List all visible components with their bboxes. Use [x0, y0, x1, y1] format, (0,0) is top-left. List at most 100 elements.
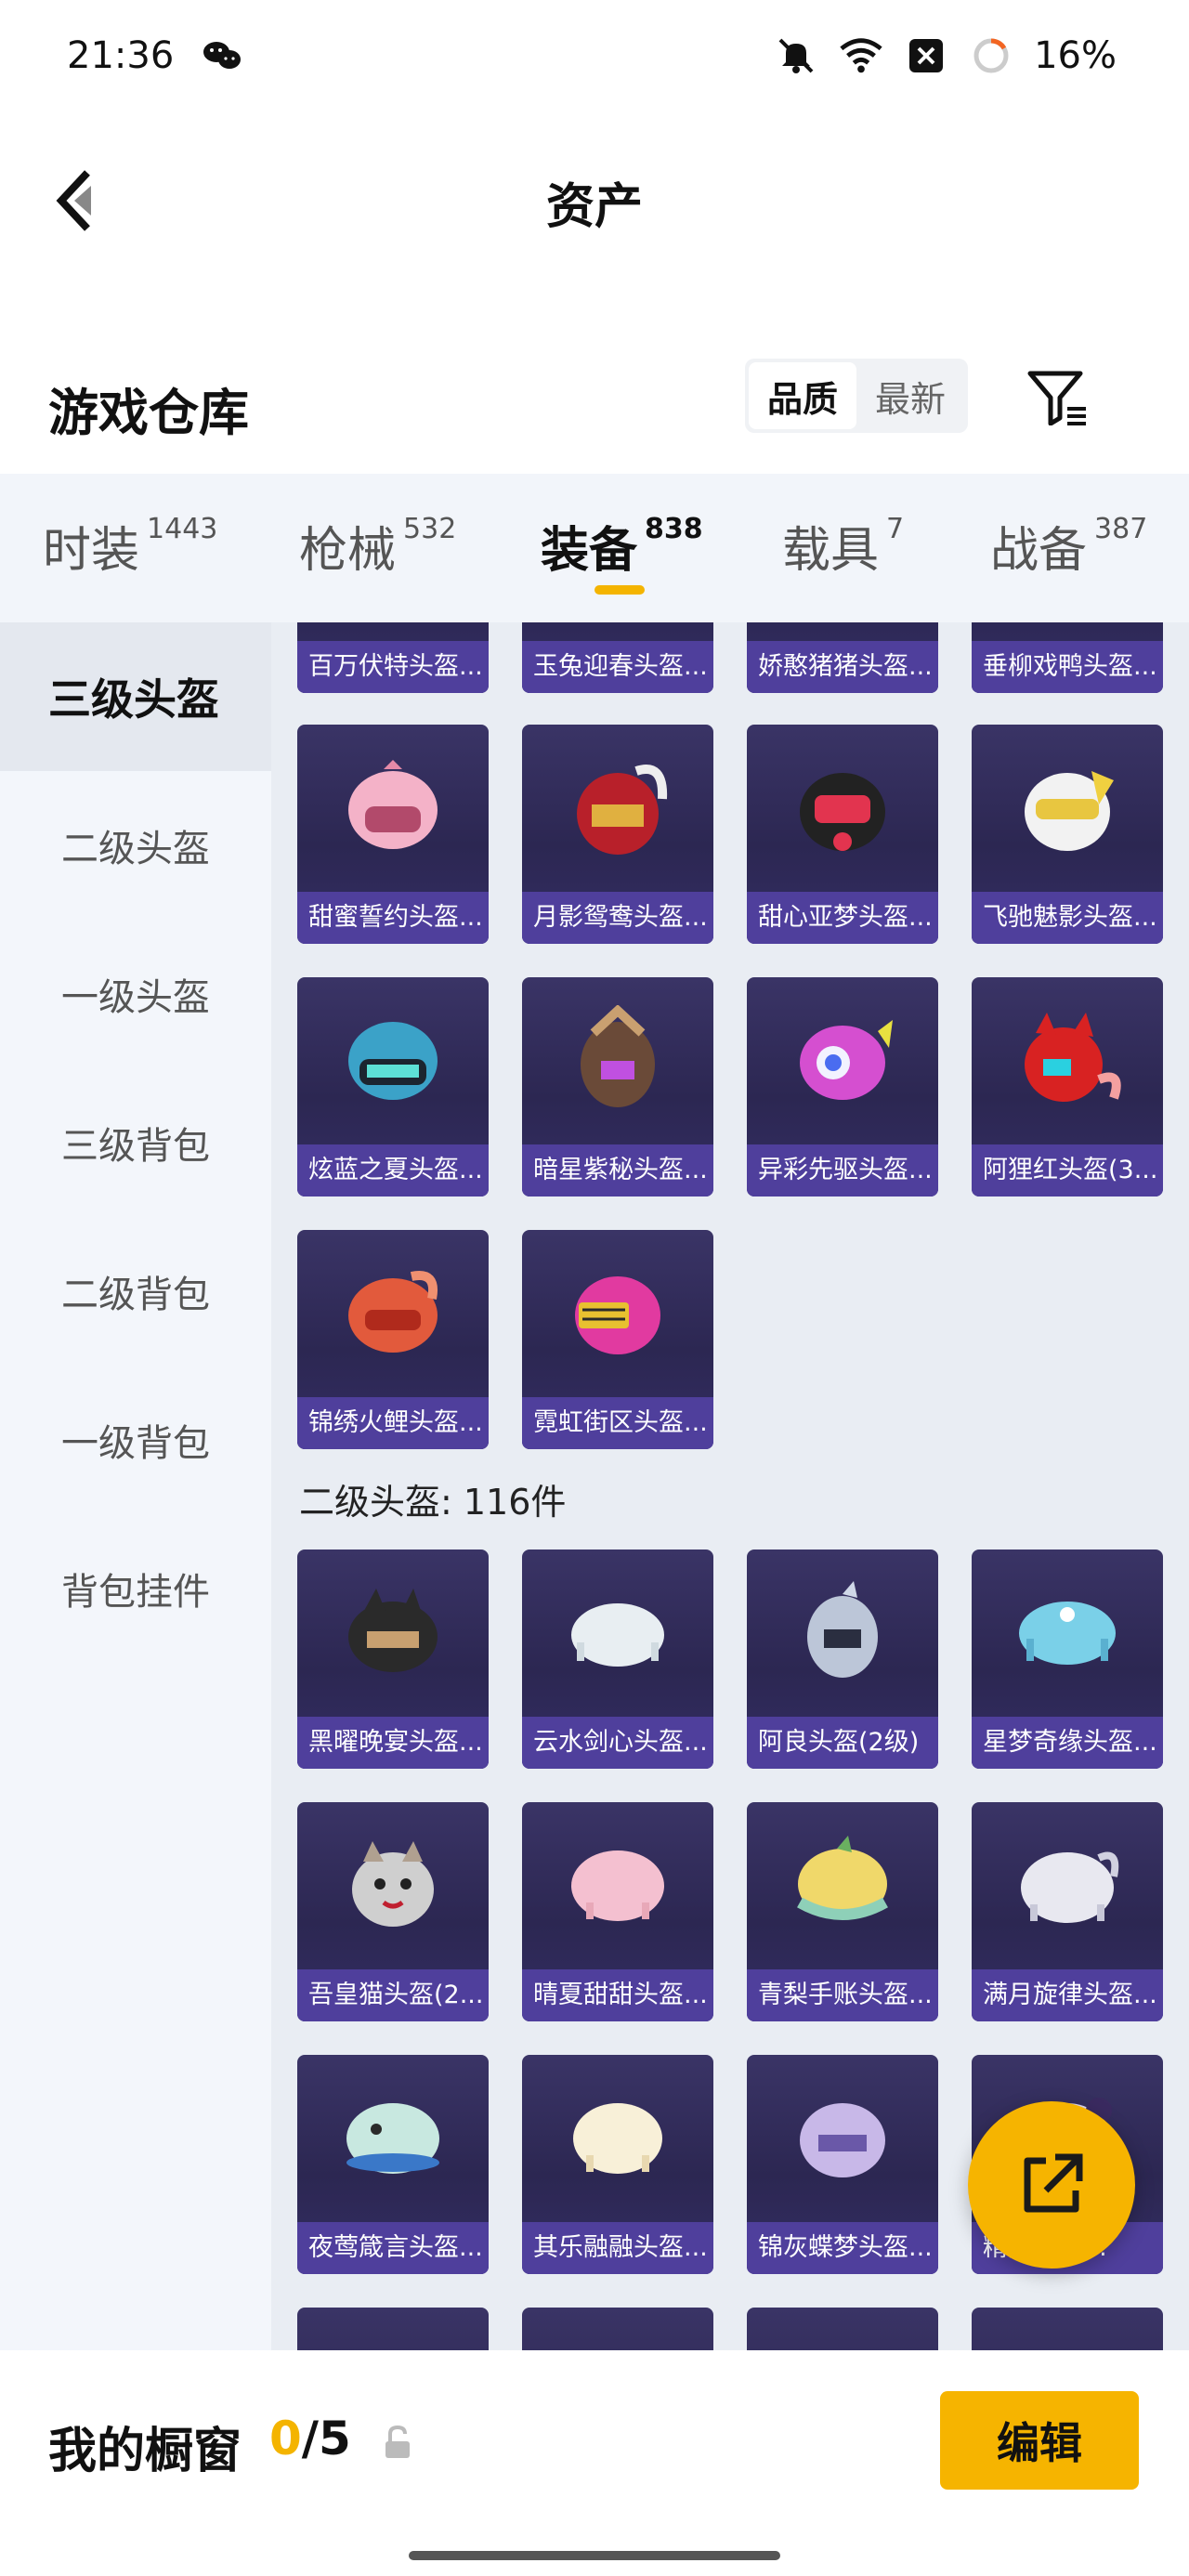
item-name: 吾皇猫头盔(2... [297, 1969, 489, 2021]
item-name: 锦绣火鲤头盔... [297, 1397, 489, 1449]
item-name: 夜莺箴言头盔... [297, 2222, 489, 2274]
helmet-image [522, 622, 713, 641]
item-grid: 百万伏特头盔... 玉兔迎春头盔... 娇憨猪猪头盔... 垂柳戏鸭头盔... … [271, 622, 1189, 2350]
helmet-image [747, 977, 938, 1144]
item-card[interactable]: 其乐融融头盔... [522, 2055, 713, 2274]
tab-label: 枪械 [299, 523, 397, 579]
sort-newest[interactable]: 最新 [856, 362, 964, 429]
helmet-image [297, 1230, 489, 1397]
item-name: 阿狸红头盔(3... [972, 1144, 1163, 1196]
item-card[interactable]: 霓虹街区头盔... [522, 1230, 713, 1449]
helmet-image [972, 622, 1163, 641]
helmet-image [297, 2308, 489, 2350]
item-card[interactable]: 月影鸳鸯头盔... [522, 725, 713, 944]
sidebar-item-level3-backpack[interactable]: 三级背包 [0, 1068, 271, 1217]
item-card[interactable] [972, 2308, 1163, 2350]
tab-tactical[interactable]: 战备 387 [990, 511, 1147, 581]
app-header: 资产 [0, 139, 1189, 260]
showcase-title: 我的橱窗 [48, 2424, 242, 2479]
status-icons: 16% [774, 33, 1117, 78]
item-name: 甜心亚梦头盔... [747, 892, 938, 944]
item-card[interactable]: 娇憨猪猪头盔... [747, 622, 938, 693]
helmet-image [297, 977, 489, 1144]
status-bar: 21:36 16% [0, 0, 1189, 111]
sort-toggle: 品质 最新 [745, 359, 968, 433]
helmet-image [747, 1550, 938, 1717]
tab-weapons[interactable]: 枪械 532 [299, 511, 456, 581]
sidebar-item-level1-backpack[interactable]: 一级背包 [0, 1366, 271, 1514]
item-name: 黑曜晚宴头盔... [297, 1717, 489, 1769]
item-card[interactable]: 黑曜晚宴头盔... [297, 1550, 489, 1769]
item-card[interactable]: 暗星紫秘头盔... [522, 977, 713, 1196]
tab-equipment[interactable]: 装备 838 [541, 511, 703, 581]
helmet-image [747, 725, 938, 892]
item-card[interactable]: 星梦奇缘头盔... [972, 1550, 1163, 1769]
lock-icon [381, 2425, 414, 2462]
item-card[interactable]: 炫蓝之夏头盔... [297, 977, 489, 1196]
sidebar-item-level2-helmet[interactable]: 二级头盔 [0, 771, 271, 920]
item-name: 霓虹街区头盔... [522, 1397, 713, 1449]
item-card[interactable]: 飞驰魅影头盔... [972, 725, 1163, 944]
helmet-image [747, 1802, 938, 1969]
item-card[interactable]: 满月旋律头盔... [972, 1802, 1163, 2021]
item-card[interactable]: 阿良头盔(2级) [747, 1550, 938, 1769]
sidebar-item-level1-helmet[interactable]: 一级头盔 [0, 920, 271, 1068]
tab-count: 838 [645, 513, 703, 545]
item-name: 晴夏甜甜头盔... [522, 1969, 713, 2021]
item-card[interactable]: 云水剑心头盔... [522, 1550, 713, 1769]
home-indicator[interactable] [409, 2551, 780, 2560]
item-card[interactable] [297, 2308, 489, 2350]
item-card[interactable]: 锦灰蝶梦头盔... [747, 2055, 938, 2274]
tab-count: 1443 [147, 513, 218, 545]
item-name: 月影鸳鸯头盔... [522, 892, 713, 944]
helmet-image [522, 2308, 713, 2350]
item-name: 垂柳戏鸭头盔... [972, 641, 1163, 693]
helmet-image [522, 1550, 713, 1717]
showcase-count: 0/5 [269, 2412, 351, 2465]
item-card[interactable]: 甜蜜誓约头盔... [297, 725, 489, 944]
tab-fashion[interactable]: 时装 1443 [43, 511, 217, 581]
sidebar-item-level2-backpack[interactable]: 二级背包 [0, 1217, 271, 1366]
helmet-image [297, 2055, 489, 2222]
item-card[interactable]: 甜心亚梦头盔... [747, 725, 938, 944]
item-card[interactable]: 阿狸红头盔(3... [972, 977, 1163, 1196]
sidebar-item-backpack-charm[interactable]: 背包挂件 [0, 1514, 271, 1663]
section-title: 游戏仓库 [48, 384, 249, 442]
page-title: 资产 [545, 179, 643, 235]
item-card[interactable]: 玉兔迎春头盔... [522, 622, 713, 693]
item-name: 百万伏特头盔... [297, 641, 489, 693]
helmet-image [972, 1550, 1163, 1717]
tab-count: 7 [886, 513, 905, 545]
edit-button[interactable]: 编辑 [940, 2391, 1139, 2490]
item-card[interactable]: 垂柳戏鸭头盔... [972, 622, 1163, 693]
item-card[interactable]: 青梨手账头盔... [747, 1802, 938, 2021]
sort-quality[interactable]: 品质 [749, 362, 856, 429]
item-card[interactable]: 异彩先驱头盔... [747, 977, 938, 1196]
item-card[interactable]: 吾皇猫头盔(2... [297, 1802, 489, 2021]
helmet-image [522, 1230, 713, 1397]
item-name: 星梦奇缘头盔... [972, 1717, 1163, 1769]
item-card[interactable] [522, 2308, 713, 2350]
no-sim-icon [904, 33, 948, 78]
item-card[interactable]: 锦绣火鲤头盔... [297, 1230, 489, 1449]
item-card[interactable]: 晴夏甜甜头盔... [522, 1802, 713, 2021]
share-button[interactable] [968, 2101, 1135, 2269]
helmet-image [747, 2055, 938, 2222]
tab-label: 时装 [43, 523, 140, 579]
sidebar-item-level3-helmet[interactable]: 三级头盔 [0, 622, 271, 771]
helmet-image [972, 725, 1163, 892]
group-title-level2: 二级头盔: 116件 [299, 1482, 567, 1523]
helmet-image [747, 622, 938, 641]
tab-label: 战备 [990, 523, 1088, 579]
tab-label: 载具 [782, 523, 880, 579]
helmet-image [522, 2055, 713, 2222]
battery-ring-icon [969, 33, 1013, 78]
filter-button[interactable] [1022, 362, 1092, 433]
item-name: 飞驰魅影头盔... [972, 892, 1163, 944]
item-card[interactable]: 夜莺箴言头盔... [297, 2055, 489, 2274]
tab-vehicles[interactable]: 载具 7 [782, 511, 904, 581]
item-card[interactable] [747, 2308, 938, 2350]
item-card[interactable]: 百万伏特头盔... [297, 622, 489, 693]
external-link-icon [1024, 2153, 1083, 2213]
battery-percent: 16% [1034, 34, 1117, 77]
